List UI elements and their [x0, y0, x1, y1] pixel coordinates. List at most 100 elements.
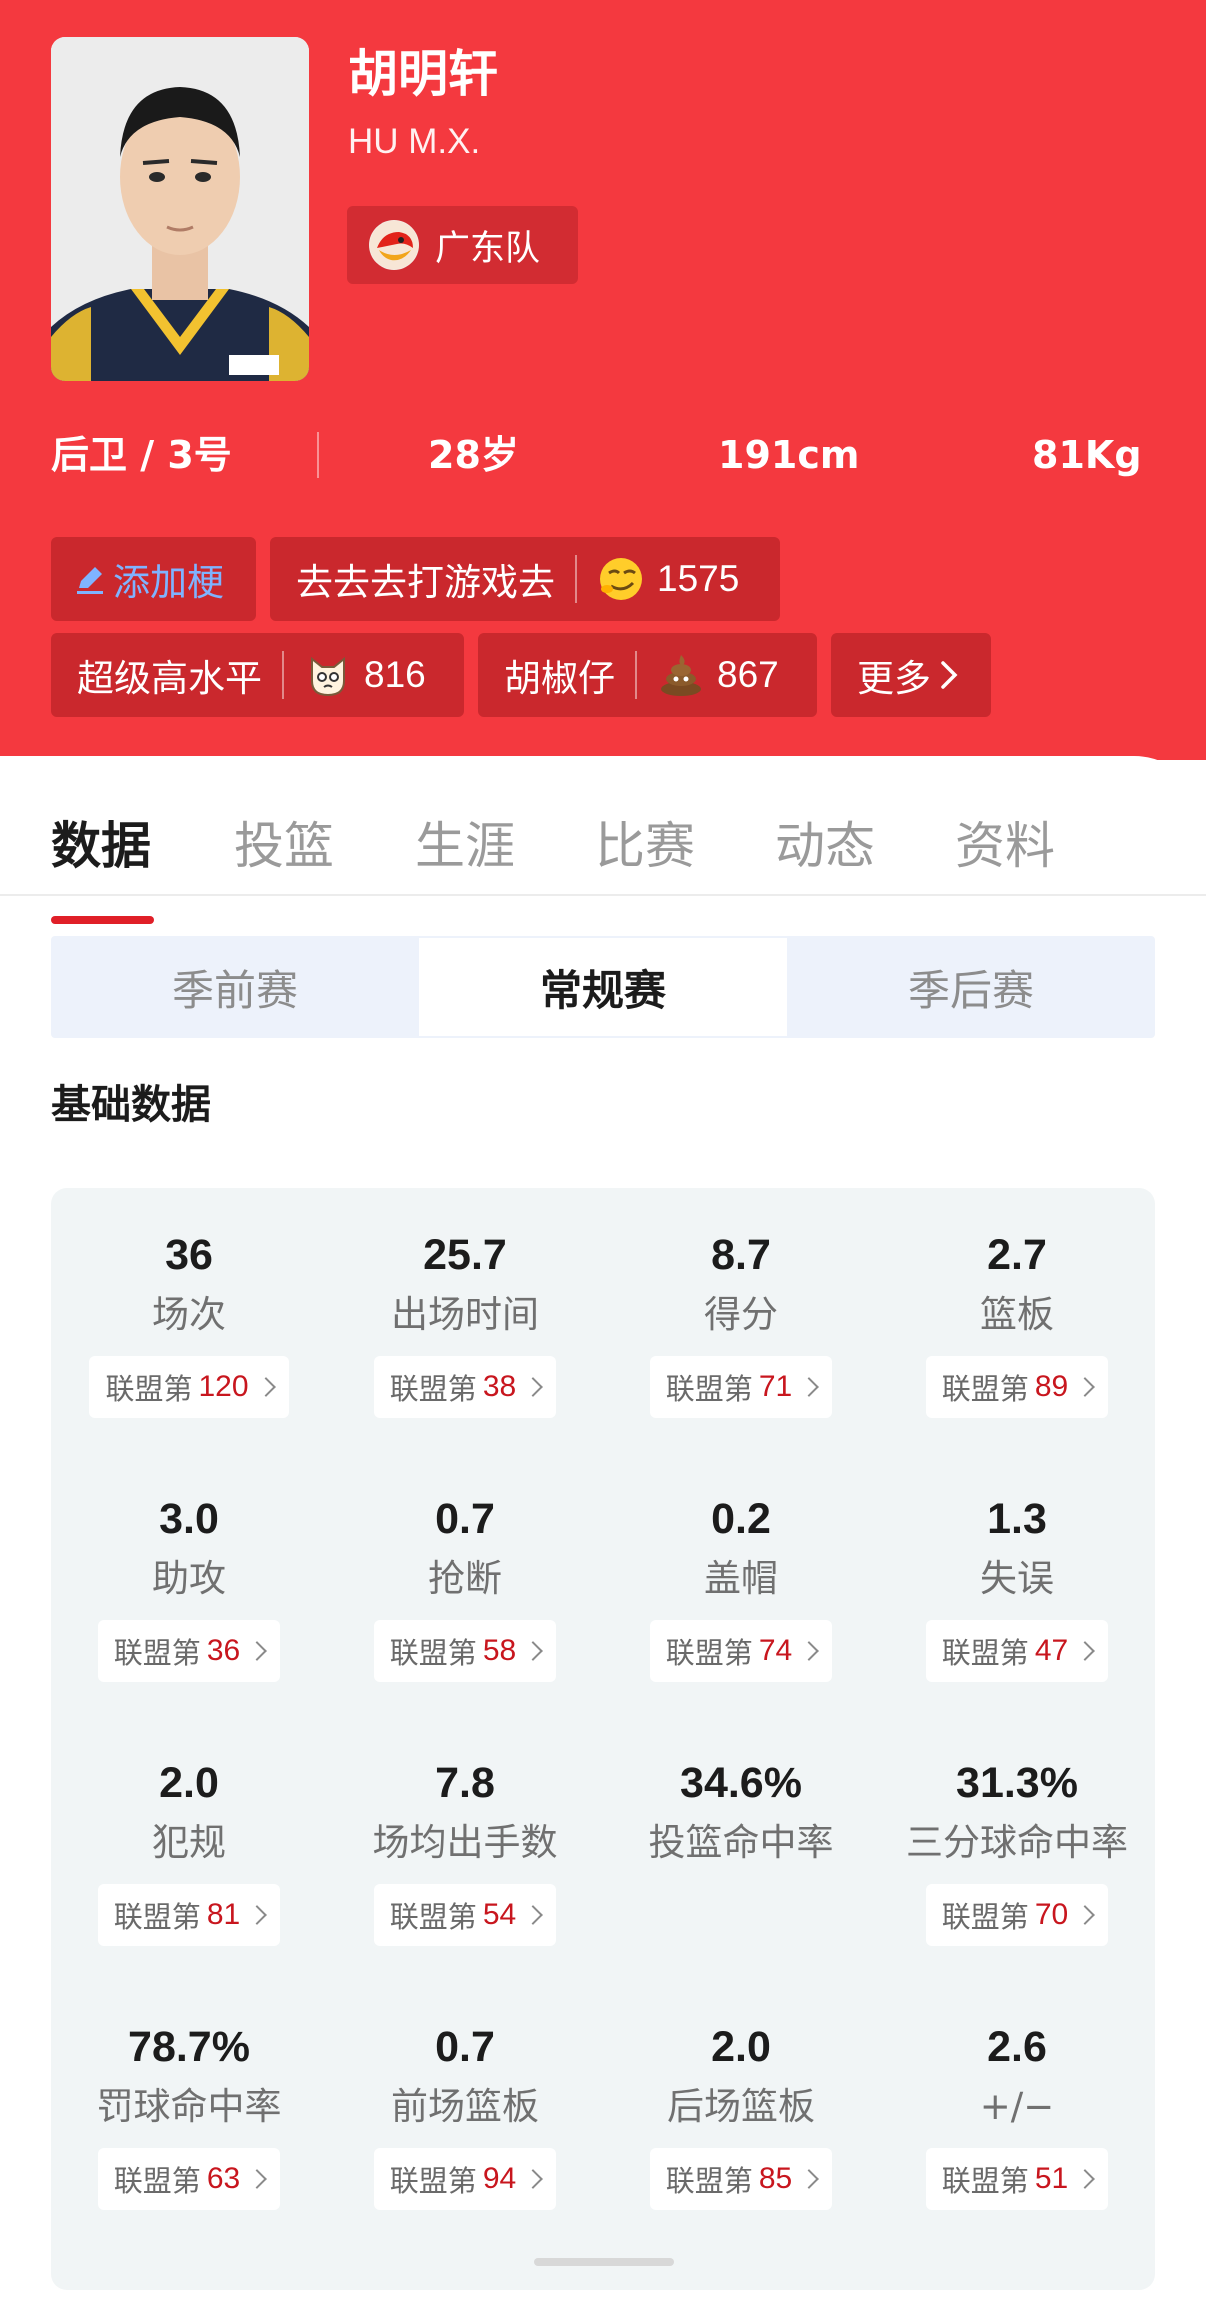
player-height: 191cm	[718, 433, 860, 477]
tag-label: 超级高水平	[77, 657, 262, 700]
stat-value: 3.0	[159, 1495, 219, 1543]
rank-number: 47	[1034, 1634, 1069, 1667]
stat-value: 0.2	[711, 1495, 771, 1543]
chevron-right-icon	[799, 2169, 820, 2189]
playoffs-option[interactable]: 季后赛	[787, 936, 1155, 1038]
stat-cell: 34.6% 投篮命中率	[603, 1756, 879, 1868]
poop-emoji-icon	[657, 651, 705, 699]
league-rank-button[interactable]: 联盟第 94	[373, 2148, 557, 2210]
stat-label: 场次	[152, 1293, 226, 1336]
player-info-row: 后卫 / 3号 28岁 191cm 81Kg	[0, 420, 1206, 490]
player-english-name: HU M.X.	[348, 122, 481, 161]
league-rank-button[interactable]: 联盟第 47	[925, 1620, 1109, 1682]
rank-prefix: 联盟第	[113, 1636, 201, 1670]
stat-cell: 0.7 抢断 联盟第 58	[327, 1492, 603, 1682]
active-tab-indicator	[51, 916, 154, 924]
more-tags-button[interactable]: 更多	[831, 633, 991, 717]
stat-value: 1.3	[987, 1495, 1047, 1543]
stat-value: 2.0	[711, 2023, 771, 2071]
tag-chip-1[interactable]: 去去去打游戏去 1575	[270, 537, 780, 621]
tag-chip-2[interactable]: 超级高水平 816	[51, 633, 464, 717]
stat-label: 出场时间	[391, 1293, 539, 1336]
stat-cell: 0.7 前场篮板联盟第 94	[327, 2020, 603, 2210]
tab-shooting[interactable]: 投篮	[234, 816, 334, 876]
stat-value: 2.7	[987, 1231, 1047, 1279]
team-chip[interactable]: 广东队	[347, 206, 578, 284]
tab-profile[interactable]: 资料	[955, 816, 1055, 876]
player-name: 胡明轩	[348, 45, 498, 103]
cat-emoji-icon	[304, 651, 352, 699]
chevron-right-icon	[523, 1377, 544, 1397]
league-rank-button[interactable]: 联盟第 36	[97, 1620, 281, 1682]
stat-label: 篮板	[980, 1293, 1054, 1336]
stat-cell: 36 场次 联盟第 120	[51, 1228, 327, 1418]
stat-value: 25.7	[423, 1231, 507, 1279]
chevron-right-icon	[1075, 1905, 1096, 1925]
pencil-icon	[73, 562, 107, 596]
rank-prefix: 联盟第	[389, 1636, 477, 1670]
tab-bar: 数据 投篮 生涯 比赛 动态 资料	[0, 786, 1206, 924]
league-rank-button[interactable]: 联盟第 89	[925, 1356, 1109, 1418]
tag-chip-3[interactable]: 胡椒仔 867	[478, 633, 817, 717]
stat-cell: 78.7% 罚球命中率联盟第 63	[51, 2020, 327, 2210]
chevron-right-icon	[1075, 1641, 1096, 1661]
stat-label: 前场篮板	[391, 2085, 539, 2128]
stat-value: 2.6	[987, 2023, 1047, 2071]
player-header: 胡明轩 HU M.X. 广东队 后卫 / 3号 28岁 191cm 81Kg 添…	[0, 0, 1206, 760]
league-rank-button[interactable]: 联盟第 74	[649, 1620, 833, 1682]
chevron-right-icon	[247, 1905, 268, 1925]
rank-prefix: 联盟第	[389, 1900, 477, 1934]
league-rank-button[interactable]: 联盟第 70	[925, 1884, 1109, 1946]
tag-count: 867	[717, 654, 779, 695]
league-rank-button[interactable]: 联盟第 71	[649, 1356, 833, 1418]
home-indicator	[534, 2258, 674, 2266]
stat-label: 失误	[980, 1557, 1054, 1600]
stat-cell: 0.2 盖帽 联盟第 74	[603, 1492, 879, 1682]
preseason-option[interactable]: 季前赛	[51, 936, 419, 1038]
stat-value: 0.7	[435, 2023, 495, 2071]
stat-label: 投篮命中率	[648, 1821, 834, 1864]
tab-divider	[0, 894, 1206, 896]
stats-grid: 36 场次 联盟第 120 25.7 出场时间 联盟第 38 8.7 得分 联盟第 71 2.7 篮板 联盟…	[51, 1188, 1155, 2290]
player-photo	[51, 37, 309, 381]
league-rank-button[interactable]: 联盟第 120	[89, 1356, 289, 1418]
league-rank-button[interactable]: 联盟第 54	[373, 1884, 557, 1946]
stat-cell: 2.0 后场篮板 联盟第 85	[603, 2020, 879, 2210]
rank-number: 54	[482, 1898, 517, 1931]
rank-number: 70	[1034, 1898, 1069, 1931]
stat-cell: 25.7 出场时间联盟第 38	[327, 1228, 603, 1418]
stat-value: 0.7	[435, 1495, 495, 1543]
league-rank-button[interactable]: 联盟第 51	[925, 2148, 1109, 2210]
rank-prefix: 联盟第	[941, 1636, 1029, 1670]
league-rank-button[interactable]: 联盟第 63	[97, 2148, 281, 2210]
rank-number: 38	[482, 1370, 517, 1403]
add-tag-button[interactable]: 添加梗	[51, 537, 256, 621]
tab-feed[interactable]: 动态	[775, 816, 875, 876]
stat-value: 31.3%	[956, 1759, 1078, 1807]
stat-cell: 2.6 +/− 联盟第 51	[879, 2020, 1155, 2210]
add-tag-label: 添加梗	[113, 561, 224, 604]
stat-label: 犯规	[152, 1821, 226, 1864]
rank-number: 89	[1034, 1370, 1069, 1403]
league-rank-button[interactable]: 联盟第 85	[649, 2148, 833, 2210]
chevron-right-icon	[247, 2169, 268, 2189]
stat-value: 2.0	[159, 1759, 219, 1807]
rank-prefix: 联盟第	[665, 1636, 753, 1670]
rank-number: 36	[206, 1634, 241, 1667]
tab-data[interactable]: 数据	[51, 816, 151, 876]
stat-label: +/−	[979, 2085, 1055, 2128]
team-logo-icon	[369, 220, 419, 270]
league-rank-button[interactable]: 联盟第 58	[373, 1620, 557, 1682]
rank-number: 94	[482, 2162, 517, 2195]
tag-separator	[282, 651, 284, 699]
tab-games[interactable]: 比赛	[595, 816, 695, 876]
league-rank-button[interactable]: 联盟第 81	[97, 1884, 281, 1946]
stat-label: 罚球命中率	[96, 2085, 282, 2128]
regular-season-option[interactable]: 常规赛	[419, 936, 787, 1038]
section-title: 基础数据	[51, 1082, 211, 1128]
chevron-right-icon	[247, 1641, 268, 1661]
rank-number: 85	[758, 2162, 793, 2195]
stat-value: 78.7%	[128, 2023, 250, 2071]
league-rank-button[interactable]: 联盟第 38	[373, 1356, 557, 1418]
tab-career[interactable]: 生涯	[415, 816, 515, 876]
